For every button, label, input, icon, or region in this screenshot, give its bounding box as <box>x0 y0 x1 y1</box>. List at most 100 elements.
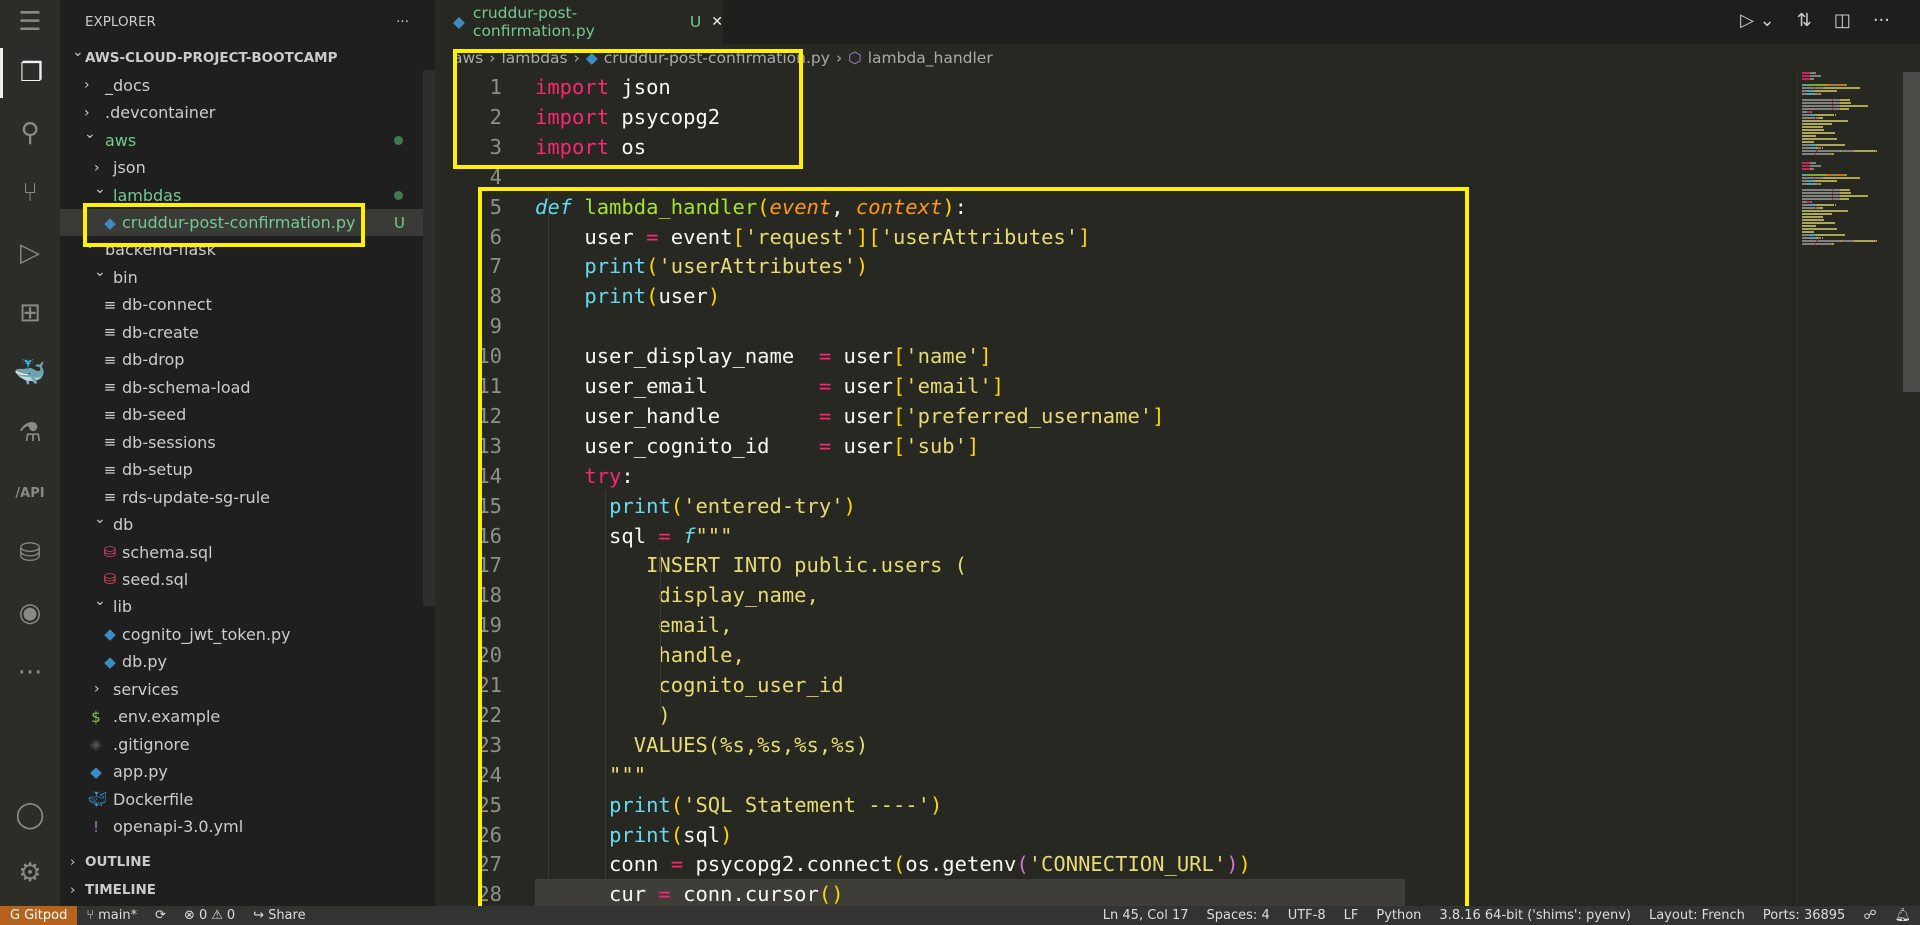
chevron-down-icon: ⌄ <box>84 126 96 143</box>
tree-item[interactable]: ≡ db-connect <box>60 291 435 319</box>
database-icon[interactable]: ⛁ <box>0 528 60 578</box>
tree-item[interactable]: ≡ db-drop <box>60 346 435 374</box>
split-editor-icon[interactable]: ◫ <box>1834 10 1851 31</box>
branch-indicator[interactable]: ⑂ main* <box>77 908 146 923</box>
tree-item[interactable]: › services <box>60 676 435 704</box>
tree-item[interactable]: ◆ db.py <box>60 648 435 676</box>
tree-item[interactable]: ⌄ AWS-CLOUD-PROJECT-BOOTCAMP <box>60 44 435 72</box>
text-file-icon: ≡ <box>103 460 117 479</box>
source-control-icon[interactable]: ⑂ <box>0 168 60 218</box>
remote-indicator[interactable]: G Gitpod <box>0 906 78 925</box>
tree-item[interactable]: ! openapi-3.0.yml <box>60 813 435 841</box>
timeline-panel[interactable]: › TIMELINE <box>60 876 435 904</box>
tree-item[interactable]: ⌄ aws <box>60 126 435 154</box>
account-icon[interactable]: ◯ <box>0 790 60 840</box>
minimap-mark <box>1802 72 1810 74</box>
problems-indicator[interactable]: ⊗ 0 ⚠ 0 <box>175 908 244 923</box>
timeline-label: TIMELINE <box>85 882 157 898</box>
code-token: [ <box>892 344 906 369</box>
testing-icon[interactable]: ⚗ <box>0 408 60 458</box>
tree-item-label: openapi-3.0.yml <box>113 817 244 837</box>
close-tab-icon[interactable]: ✕ <box>711 14 723 30</box>
keyboard-layout[interactable]: Layout: French <box>1640 908 1754 923</box>
breadcrumb-symbol[interactable]: lambda_handler <box>868 49 993 67</box>
language-mode[interactable]: Python <box>1367 908 1430 923</box>
outline-panel[interactable]: › OUTLINE <box>60 848 435 876</box>
branch-icon: ⑂ <box>86 908 95 923</box>
code-text: print(sql) <box>535 820 732 850</box>
minimap-mark <box>1809 78 1814 80</box>
api-icon[interactable]: /API <box>0 468 60 518</box>
compare-changes-icon[interactable]: ⇅ <box>1797 10 1812 31</box>
more-actions-icon[interactable]: ··· <box>1873 10 1890 31</box>
code-token: event <box>658 224 733 249</box>
notifications-bell-icon[interactable]: 🔔︎ <box>1885 908 1920 923</box>
extensions-icon[interactable]: ⊞ <box>0 288 60 338</box>
tree-item[interactable]: ⛁ schema.sql <box>60 538 435 566</box>
tree-item[interactable]: ≡ rds-update-sg-rule <box>60 483 435 511</box>
tree-item[interactable]: 🐳︎ Dockerfile <box>60 785 435 813</box>
tree-item[interactable]: ≡ db-schema-load <box>60 374 435 402</box>
code-line: 9 <box>435 311 1793 341</box>
tree-item[interactable]: ≡ db-seed <box>60 401 435 429</box>
outline-label: OUTLINE <box>85 854 151 870</box>
run-debug-icon[interactable]: ▷ <box>0 228 60 278</box>
tree-item[interactable]: ≡ db-create <box>60 319 435 347</box>
github-icon[interactable]: ◉ <box>0 588 60 638</box>
search-icon[interactable]: ⚲ <box>0 108 60 158</box>
minimap-mark <box>1821 147 1823 149</box>
run-icon[interactable]: ▷ ⌄ <box>1740 10 1775 31</box>
ports[interactable]: Ports: 36895 <box>1754 908 1854 923</box>
explorer-more-icon[interactable]: ··· <box>396 14 409 30</box>
minimap-mark <box>1817 240 1840 242</box>
code-editor[interactable]: 1 import json 2 import psycopg2 3 import os 4 5… <box>435 72 1793 906</box>
minimap-mark <box>1846 174 1848 176</box>
share-button[interactable]: ↪ Share <box>244 908 314 923</box>
settings-icon[interactable]: ⚙ <box>0 848 60 898</box>
tree-item[interactable]: ⌄ db <box>60 511 435 539</box>
code-text: print(user) <box>535 281 720 311</box>
breadcrumb-lambdas[interactable]: lambdas <box>501 49 567 67</box>
tree-item[interactable]: › .devcontainer <box>60 99 435 127</box>
docker-icon[interactable]: 🐳 <box>0 348 60 398</box>
cursor-position[interactable]: Ln 45, Col 17 <box>1094 908 1198 923</box>
tree-item[interactable]: ◈ .gitignore <box>60 731 435 759</box>
editor-scrollbar[interactable] <box>1903 72 1920 392</box>
tree-item[interactable]: ⌄ backend-flask <box>60 236 435 264</box>
tree-item[interactable]: ⛁ seed.sql <box>60 566 435 594</box>
indentation[interactable]: Spaces: 4 <box>1198 908 1279 923</box>
tree-item[interactable]: ◆ cruddur-post-confirmation.py U <box>60 208 435 237</box>
breadcrumb-aws[interactable]: aws <box>453 49 483 67</box>
code-token: 'email' <box>905 374 992 398</box>
code-text: import json <box>535 72 671 102</box>
tree-item[interactable]: › _docs <box>60 71 435 99</box>
python-interpreter[interactable]: 3.8.16 64-bit ('shims': pyenv) <box>1430 908 1640 923</box>
explorer-icon[interactable]: ❐ <box>0 48 60 98</box>
tree-item[interactable]: ≡ db-sessions <box>60 428 435 456</box>
code-token: 'userAttributes' <box>658 254 856 279</box>
minimap[interactable] <box>1793 72 1900 906</box>
modified-dot-icon <box>394 135 403 145</box>
encoding[interactable]: UTF-8 <box>1279 908 1335 923</box>
end-of-line[interactable]: LF <box>1335 908 1368 923</box>
code-token: ] <box>979 344 992 369</box>
tree-item[interactable]: › json <box>60 154 435 182</box>
chevron-right-icon: › <box>94 159 100 176</box>
tree-item[interactable]: ⌄ lambdas <box>60 181 435 209</box>
feedback-icon[interactable]: ☍ <box>1854 908 1885 923</box>
tree-item[interactable]: ⌄ bin <box>60 264 435 292</box>
tab-cruddur-post-confirmation[interactable]: ◆ cruddur-post-confirmation.py U ✕ <box>435 0 723 44</box>
menu-icon[interactable]: ☰ <box>0 0 60 47</box>
tree-item[interactable]: ◆ cognito_jwt_token.py <box>60 621 435 649</box>
tree-item[interactable]: ≡ db-setup <box>60 456 435 484</box>
minimap-mark <box>1802 198 1832 200</box>
tree-item[interactable]: ◆ app.py <box>60 758 435 786</box>
more-icon[interactable]: ··· <box>0 648 60 698</box>
code-line: 6 user = event['request']['userAttribute… <box>435 222 1793 252</box>
tree-item[interactable]: ⌄ lib <box>60 593 435 621</box>
line-number: 24 <box>477 762 502 787</box>
line-number: 7 <box>489 254 502 279</box>
tree-item[interactable]: $ .env.example <box>60 703 435 731</box>
sync-button[interactable]: ⟳ <box>146 908 175 923</box>
breadcrumb-file[interactable]: cruddur-post-confirmation.py <box>604 49 830 67</box>
